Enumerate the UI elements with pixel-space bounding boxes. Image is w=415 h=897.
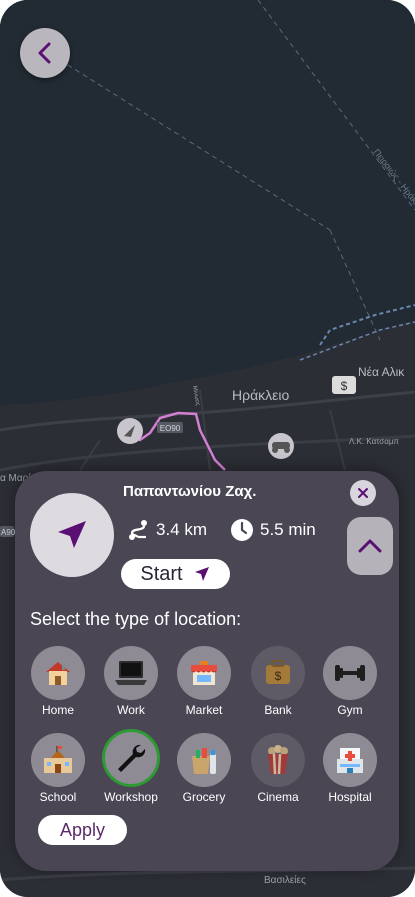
dumbbell-icon	[335, 665, 365, 681]
navigation-circle[interactable]	[30, 493, 114, 577]
location-label: Home	[41, 703, 74, 717]
city-label: Ηράκλειο	[232, 387, 290, 403]
location-type-work[interactable]: Work	[94, 646, 168, 717]
location-label: Grocery	[182, 790, 226, 804]
location-icon-circle: $	[251, 646, 305, 700]
location-icon-circle	[323, 646, 377, 700]
location-icon-circle	[177, 646, 231, 700]
svg-text:$: $	[341, 379, 348, 393]
chevron-left-icon	[38, 42, 51, 64]
close-icon	[358, 488, 368, 498]
school-icon	[44, 746, 72, 773]
clock-icon	[231, 519, 253, 541]
location-icon-circle	[323, 733, 377, 787]
road-label-5: Βασιλείες	[264, 874, 306, 886]
road-label-1: Λ.Κ. Κατσαμπ	[349, 437, 399, 446]
shop-icon	[191, 661, 217, 685]
distance-stat: 3.4 km	[126, 518, 207, 542]
location-icon-circle	[31, 646, 85, 700]
apply-button[interactable]: Apply	[38, 815, 127, 845]
wrench-icon	[118, 744, 146, 772]
location-label: Workshop	[104, 790, 158, 804]
navigation-arrow-icon	[58, 521, 86, 548]
location-type-hospital[interactable]: Hospital	[313, 733, 387, 804]
hospital-icon	[337, 748, 363, 773]
location-icon-circle	[31, 733, 85, 787]
location-icon-circle	[104, 646, 158, 700]
popcorn-icon	[268, 745, 288, 775]
location-type-home[interactable]: Home	[21, 646, 95, 717]
location-label: Cinema	[257, 790, 299, 804]
start-button[interactable]: Start	[121, 559, 230, 589]
location-label: Gym	[337, 703, 363, 717]
close-button[interactable]	[350, 480, 376, 506]
house-icon	[46, 662, 70, 685]
laptop-icon	[115, 661, 147, 685]
location-type-prompt: Select the type of location:	[30, 609, 242, 629]
location-icon-circle	[177, 733, 231, 787]
road-badge-left: Α90	[1, 528, 16, 537]
grocery-bag-icon	[192, 748, 216, 774]
location-type-grocery[interactable]: Grocery	[167, 733, 241, 804]
location-type-market[interactable]: Market	[167, 646, 241, 717]
location-label: Work	[117, 703, 145, 717]
svg-text:$: $	[275, 669, 282, 683]
back-button[interactable]	[20, 28, 70, 78]
location-icon-circle	[251, 733, 305, 787]
duration-value: 5.5 min	[260, 520, 316, 539]
bank-icon: $	[266, 660, 290, 684]
chevron-up-icon	[358, 539, 382, 553]
place-title: Παπαντωνίου Ζαχ.	[123, 483, 257, 500]
duration-stat: 5.5 min	[230, 518, 316, 542]
location-label: Bank	[264, 703, 292, 717]
location-type-gym[interactable]: Gym	[313, 646, 387, 717]
distance-value: 3.4 km	[156, 520, 208, 539]
navigation-arrow-icon	[194, 567, 209, 581]
location-type-workshop[interactable]: Workshop	[94, 729, 168, 804]
district-label: Νέα Αλικ	[358, 365, 405, 379]
location-icon-circle-selected	[102, 729, 160, 787]
location-label: Hospital	[328, 790, 372, 804]
expand-button[interactable]	[347, 517, 393, 575]
route-badge: ΕΟ90	[160, 424, 181, 433]
location-type-bank[interactable]: $ Bank	[241, 646, 315, 717]
location-label: Market	[185, 703, 223, 717]
location-type-school[interactable]: School	[21, 733, 95, 804]
route-icon	[129, 520, 147, 540]
phone-screen: $ ΕΟ90 Ηράκλειο Νέα Αλικ Λ.Κ. Κατσαμπ α …	[0, 0, 415, 897]
location-label: School	[39, 790, 77, 804]
location-type-cinema[interactable]: Cinema	[241, 733, 315, 804]
start-label: Start	[140, 562, 183, 585]
